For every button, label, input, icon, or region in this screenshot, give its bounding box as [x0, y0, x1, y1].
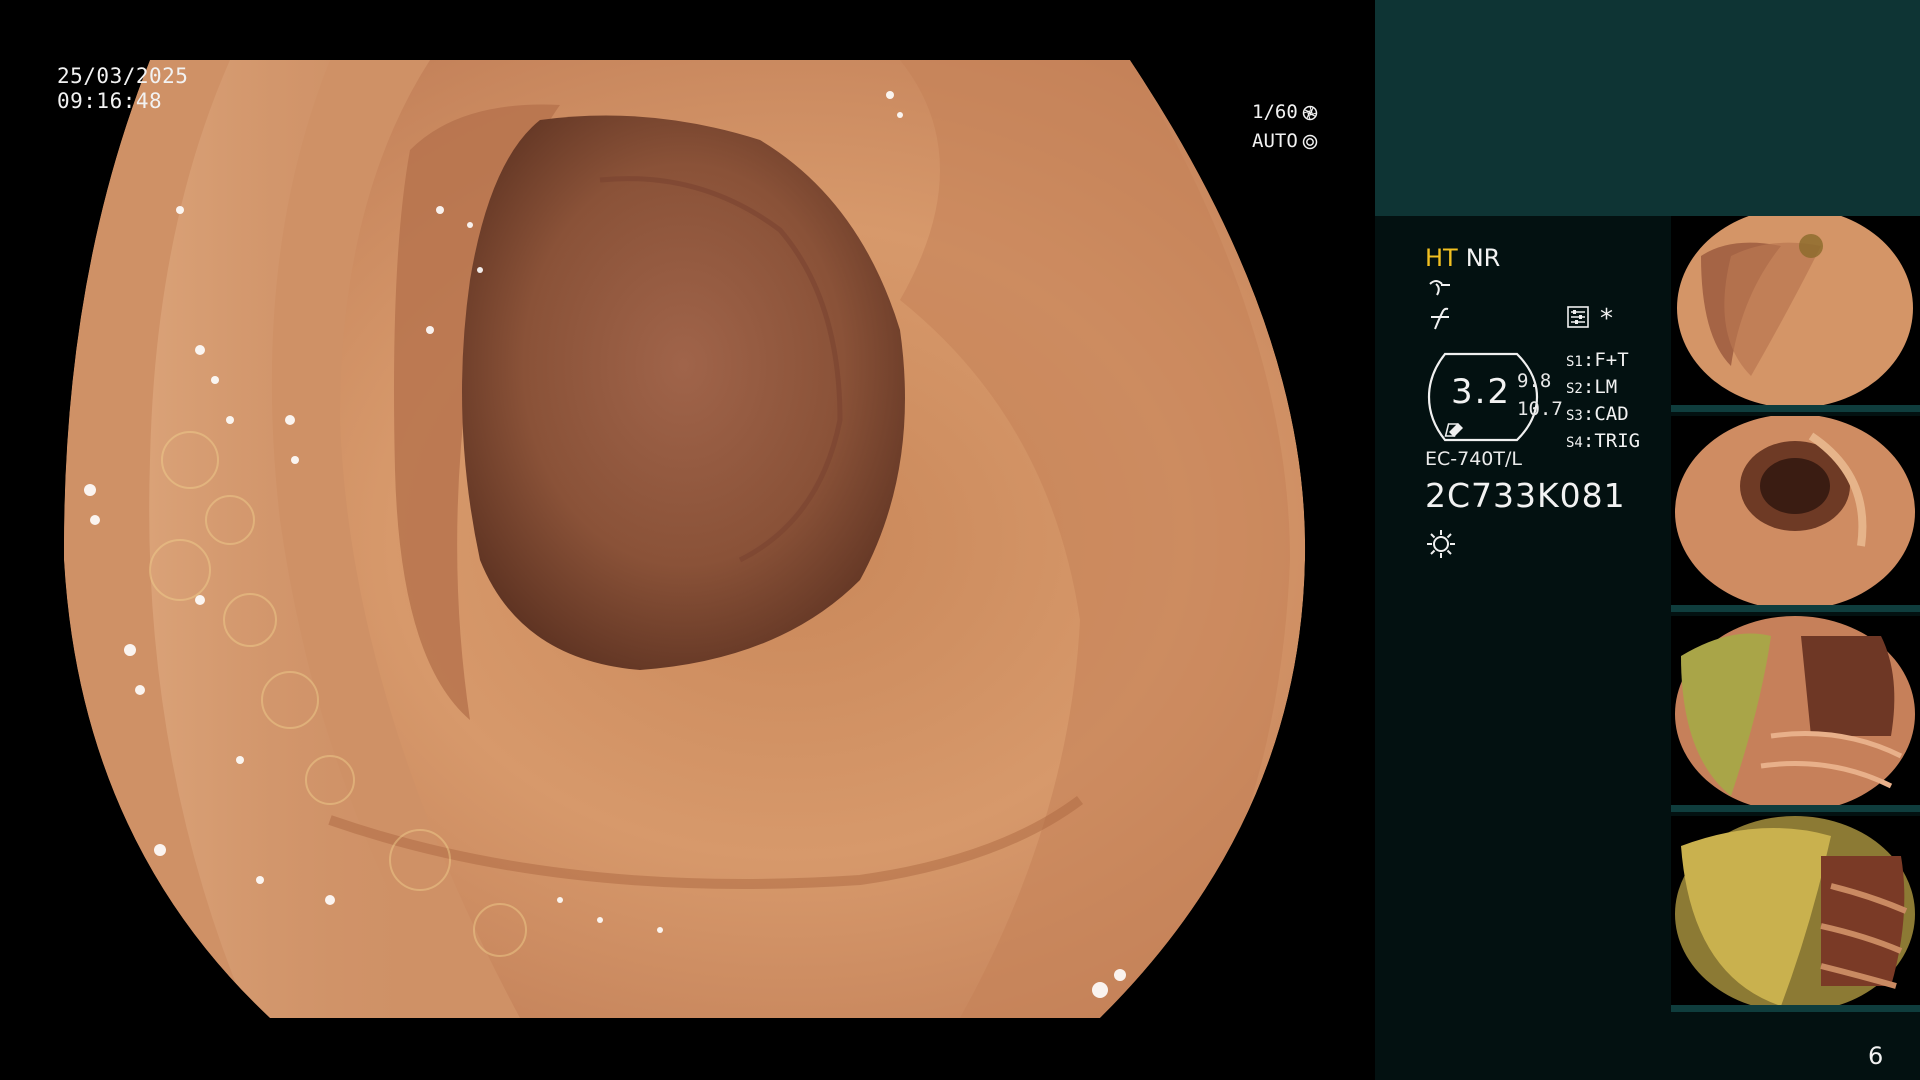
thumbnail-image	[1671, 616, 1920, 812]
switch-value: TRIG	[1594, 430, 1641, 452]
star-marker: *	[1600, 304, 1613, 334]
switch-value: CAD	[1594, 403, 1629, 425]
iris-icon	[1302, 134, 1318, 149]
switch-value: LM	[1594, 376, 1618, 398]
thumbnail-strip	[1671, 805, 1920, 812]
switch-item: S1:F+T	[1566, 349, 1629, 371]
shutter-icon	[1302, 105, 1318, 120]
capture-time: 09:16:48	[57, 89, 163, 113]
thumbnail-strip	[1671, 405, 1920, 412]
thumbnail-2[interactable]	[1671, 416, 1920, 612]
lamp-icon	[1427, 530, 1455, 558]
switch-key: S2	[1566, 381, 1583, 397]
thumbnail-image	[1671, 216, 1920, 412]
switch-key: S4	[1566, 435, 1583, 451]
thumbnail-3[interactable]	[1671, 616, 1920, 812]
zoom-value-b: 10.7	[1517, 398, 1563, 420]
enhancement-icon	[1429, 280, 1450, 296]
settings-icon	[1567, 306, 1589, 328]
capture-timestamp: 25/03/2025 09:16:48	[57, 64, 188, 114]
switch-key: S3	[1566, 408, 1583, 424]
mode-ht: HT	[1425, 244, 1458, 272]
thumbnail-image	[1671, 816, 1920, 1012]
panel-header-area	[1375, 0, 1920, 216]
page-number: 6	[1868, 1042, 1884, 1070]
thumbnail-4[interactable]	[1671, 816, 1920, 1012]
image-mode: HT NR	[1425, 244, 1500, 272]
scope-model: EC-740T/L	[1425, 448, 1522, 470]
colon-lumen-image	[0, 0, 1360, 1080]
exposure-readout: 1/60 AUTO	[1252, 98, 1318, 156]
switch-item: S3:CAD	[1566, 403, 1629, 425]
switch-value: F+T	[1594, 349, 1629, 371]
color-icon	[1431, 307, 1449, 330]
switch-item: S2:LM	[1566, 376, 1618, 398]
scope-serial: 2C733K081	[1425, 476, 1626, 515]
thumbnail-strip	[1671, 605, 1920, 612]
endoscope-live-view: 25/03/2025 09:16:48 1/60 AUTO	[0, 0, 1360, 1080]
scope-switch-list: S1:F+T S2:LM S3:CAD S4:TRIG	[1566, 348, 1640, 456]
mode-nr: NR	[1465, 244, 1501, 272]
shutter-value: 1/60	[1252, 101, 1298, 123]
thumbnail-image	[1671, 416, 1920, 612]
endoscopy-screen: 25/03/2025 09:16:48 1/60 AUTO HT NR * 3.…	[0, 0, 1920, 1080]
switch-item: S4:TRIG	[1566, 430, 1641, 452]
switch-key: S1	[1566, 354, 1583, 370]
info-panel: HT NR * 3.2 9.8 10.7 S1:F+T S2:LM S3:CAD…	[1375, 0, 1920, 1080]
zoom-value-a: 9.8	[1517, 370, 1552, 392]
capture-date: 25/03/2025	[57, 64, 189, 88]
thumbnail-1[interactable]	[1671, 216, 1920, 412]
iris-value: AUTO	[1252, 130, 1298, 152]
thumbnail-strip	[1671, 1005, 1920, 1012]
